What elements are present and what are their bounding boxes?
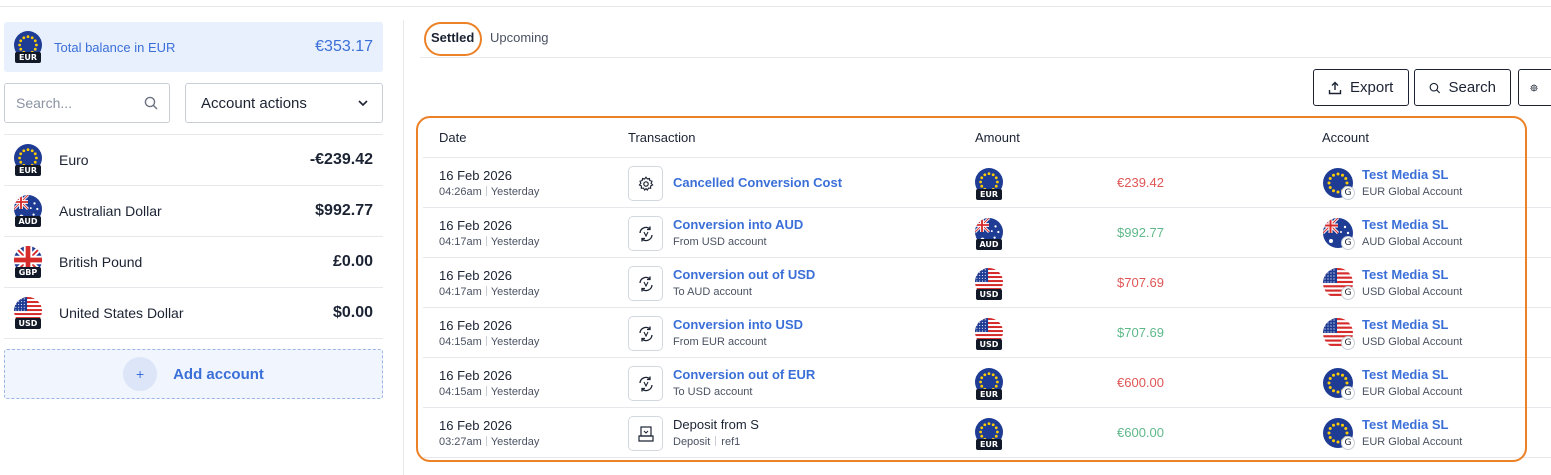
total-balance-value: €353.17 xyxy=(315,38,373,55)
export-button[interactable]: Export xyxy=(1313,69,1409,106)
currency-code: AUD xyxy=(15,216,41,227)
add-account-button[interactable]: + Add account xyxy=(4,349,383,399)
table-settings-button[interactable] xyxy=(1518,69,1551,106)
account-name: Australian Dollar xyxy=(59,203,162,219)
currency-code: EUR xyxy=(15,52,41,63)
account-item-australian-dollar[interactable]: AUD Australian Dollar $992.77 xyxy=(4,186,383,237)
account-actions-dropdown[interactable]: Account actions xyxy=(185,83,383,123)
search-label: Search xyxy=(1448,79,1496,96)
accounts-panel: EUR Total balance in EUR €353.17 Account… xyxy=(4,22,383,399)
tab-upcoming[interactable]: Upcoming xyxy=(490,30,549,45)
aud-flag-icon: AUD xyxy=(14,195,42,227)
currency-code: USD xyxy=(15,318,41,329)
total-balance-label: Total balance in EUR xyxy=(54,39,176,55)
account-actions-label: Account actions xyxy=(201,94,307,112)
account-balance: -€239.42 xyxy=(309,151,373,168)
account-name: Euro xyxy=(59,152,89,168)
gear-icon xyxy=(1530,83,1538,92)
search-icon xyxy=(144,96,158,110)
top-divider xyxy=(0,6,1551,7)
panel-divider xyxy=(403,20,404,475)
search-icon xyxy=(1429,82,1441,93)
usd-flag-icon: USD xyxy=(14,297,42,329)
table-highlight-frame xyxy=(416,116,1527,462)
currency-code: EUR xyxy=(15,165,41,176)
account-item-us-dollar[interactable]: USD United States Dollar $0.00 xyxy=(4,288,383,339)
account-balance: £0.00 xyxy=(332,253,373,270)
chevron-down-icon xyxy=(358,100,368,106)
add-account-label: Add account xyxy=(173,365,264,383)
account-list: EUR Euro -€239.42 AUD Australian Dollar … xyxy=(4,134,383,339)
plus-icon: + xyxy=(123,357,158,391)
account-name: United States Dollar xyxy=(59,305,184,321)
gbp-flag-icon: GBP xyxy=(14,246,42,278)
account-name: British Pound xyxy=(59,254,143,270)
transaction-tabs: Settled Upcoming xyxy=(420,22,1551,58)
search-transactions-button[interactable]: Search xyxy=(1414,69,1511,106)
account-search-input[interactable] xyxy=(16,95,144,111)
eur-flag-icon: EUR xyxy=(14,31,42,63)
eur-flag-icon: EUR xyxy=(14,144,42,176)
total-balance-card[interactable]: EUR Total balance in EUR €353.17 xyxy=(4,22,383,72)
account-balance: $992.77 xyxy=(315,202,373,219)
upload-icon xyxy=(1328,81,1342,94)
account-search-row: Account actions xyxy=(4,83,383,123)
account-search-box[interactable] xyxy=(4,83,170,123)
account-item-euro[interactable]: EUR Euro -€239.42 xyxy=(4,135,383,186)
export-label: Export xyxy=(1350,79,1394,96)
account-balance: $0.00 xyxy=(332,304,373,321)
account-item-british-pound[interactable]: GBP British Pound £0.00 xyxy=(4,237,383,288)
tab-settled[interactable]: Settled xyxy=(431,30,474,45)
currency-code: GBP xyxy=(15,267,41,278)
